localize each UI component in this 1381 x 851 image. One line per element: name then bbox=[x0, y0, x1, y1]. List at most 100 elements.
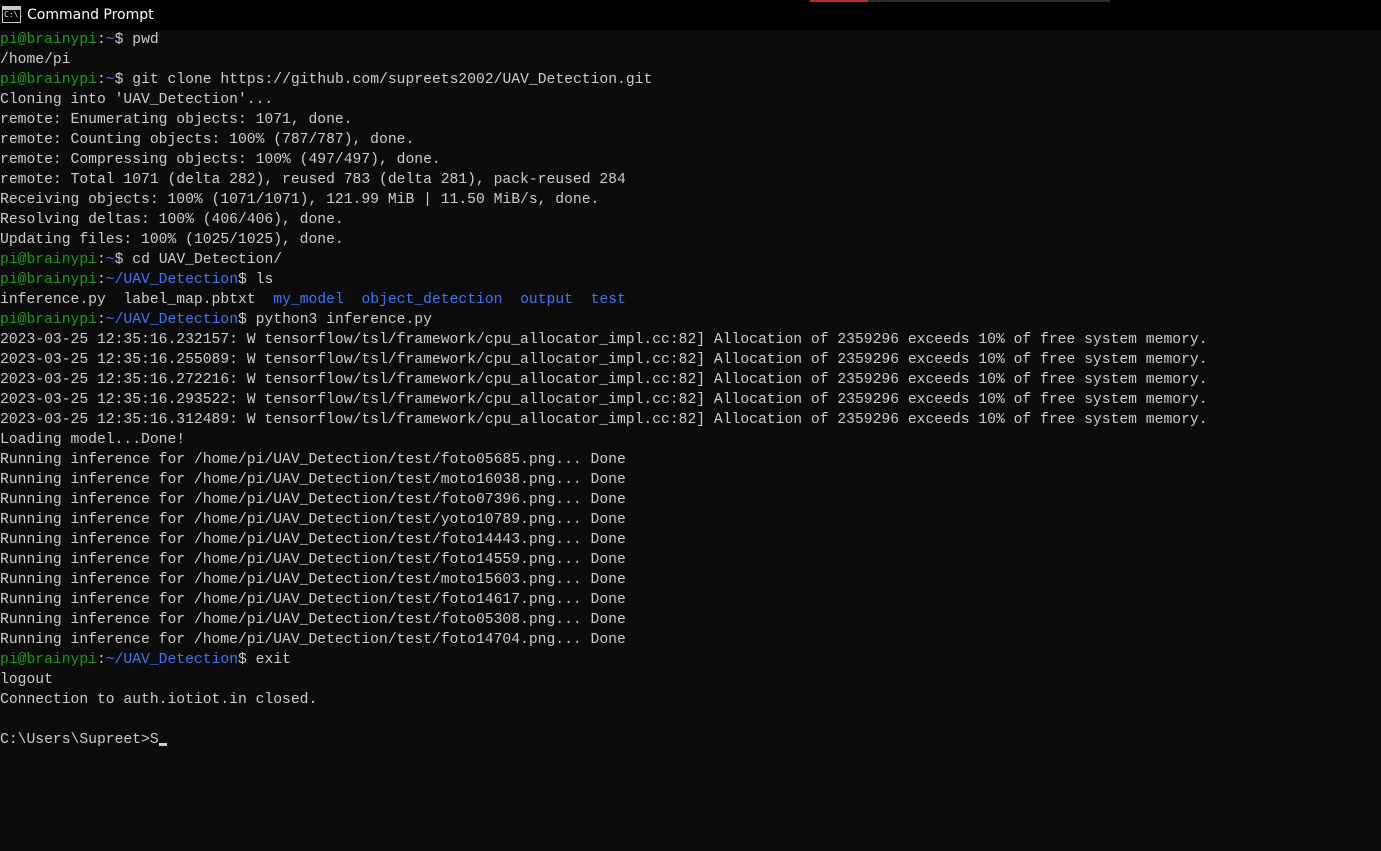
output-text: 2023-03-25 12:35:16.312489: W tensorflow… bbox=[0, 412, 1208, 428]
command-text: python3 inference.py bbox=[255, 312, 432, 328]
output-line: Running inference for /home/pi/UAV_Detec… bbox=[0, 630, 1381, 650]
prompt-symbol: $ bbox=[114, 72, 133, 88]
command-prompt-icon: C:\. bbox=[2, 6, 23, 23]
output-text: Running inference for /home/pi/UAV_Detec… bbox=[0, 492, 626, 508]
output-text: /home/pi bbox=[0, 52, 71, 68]
prompt-user: pi@brainypi bbox=[0, 272, 97, 288]
prompt-user: pi@brainypi bbox=[0, 312, 97, 328]
prompt-symbol: $ bbox=[238, 652, 256, 668]
title-bar[interactable]: C:\. Command Prompt bbox=[0, 0, 1381, 30]
tab-strip bbox=[868, 0, 1110, 2]
prompt-line: pi@brainypi:~/UAV_Detection$ ls bbox=[0, 270, 1381, 290]
output-text: Running inference for /home/pi/UAV_Detec… bbox=[0, 552, 626, 568]
prompt-user: pi@brainypi bbox=[0, 72, 97, 88]
cmd-input: S bbox=[149, 732, 159, 748]
output-text: Receiving objects: 100% (1071/1071), 121… bbox=[0, 192, 600, 208]
output-text: Running inference for /home/pi/UAV_Detec… bbox=[0, 572, 626, 588]
cmd-prompt-line: C:\Users\Supreet>S bbox=[0, 730, 1381, 750]
output-line: remote: Counting objects: 100% (787/787)… bbox=[0, 130, 1381, 150]
output-text: Running inference for /home/pi/UAV_Detec… bbox=[0, 632, 626, 648]
output-text: Running inference for /home/pi/UAV_Detec… bbox=[0, 452, 626, 468]
prompt-line: pi@brainypi:~$ cd UAV_Detection/ bbox=[0, 250, 1381, 270]
output-text: 2023-03-25 12:35:16.272216: W tensorflow… bbox=[0, 372, 1208, 388]
prompt-path: ~ bbox=[105, 32, 115, 48]
prompt-symbol: $ bbox=[114, 252, 133, 268]
output-line: Running inference for /home/pi/UAV_Detec… bbox=[0, 470, 1381, 490]
window-title: Command Prompt bbox=[27, 7, 154, 23]
output-line: 2023-03-25 12:35:16.312489: W tensorflow… bbox=[0, 410, 1381, 430]
prompt-separator: : bbox=[96, 312, 106, 328]
prompt-line: pi@brainypi:~/UAV_Detection$ exit bbox=[0, 650, 1381, 670]
output-text: remote: Total 1071 (delta 282), reused 7… bbox=[0, 172, 626, 188]
output-text: remote: Enumerating objects: 1071, done. bbox=[0, 112, 353, 128]
output-line: Cloning into 'UAV_Detection'... bbox=[0, 90, 1381, 110]
close-accent-strip bbox=[810, 0, 868, 2]
command-text: cd UAV_Detection/ bbox=[132, 252, 283, 268]
output-text: Loading model...Done! bbox=[0, 432, 186, 448]
output-line: logout bbox=[0, 670, 1381, 690]
command-prompt-window: C:\. Command Prompt pi@brainypi:~$ pwd/h… bbox=[0, 0, 1381, 851]
output-line: 2023-03-25 12:35:16.293522: W tensorflow… bbox=[0, 390, 1381, 410]
ls-file: label_map.pbtxt bbox=[123, 292, 256, 308]
output-line: 2023-03-25 12:35:16.232157: W tensorflow… bbox=[0, 330, 1381, 350]
output-line: Running inference for /home/pi/UAV_Detec… bbox=[0, 610, 1381, 630]
output-line: remote: Enumerating objects: 1071, done. bbox=[0, 110, 1381, 130]
ls-spacer bbox=[256, 292, 274, 308]
output-line: Running inference for /home/pi/UAV_Detec… bbox=[0, 570, 1381, 590]
ls-spacer bbox=[573, 292, 591, 308]
output-line: Loading model...Done! bbox=[0, 430, 1381, 450]
output-text: logout bbox=[0, 672, 53, 688]
prompt-line: pi@brainypi:~$ git clone https://github.… bbox=[0, 70, 1381, 90]
output-line: Running inference for /home/pi/UAV_Detec… bbox=[0, 550, 1381, 570]
prompt-line: pi@brainypi:~$ pwd bbox=[0, 30, 1381, 50]
output-text: remote: Counting objects: 100% (787/787)… bbox=[0, 132, 415, 148]
prompt-separator: : bbox=[96, 652, 106, 668]
output-line: Connection to auth.iotiot.in closed. bbox=[0, 690, 1381, 710]
output-text: Resolving deltas: 100% (406/406), done. bbox=[0, 212, 344, 228]
output-text: Running inference for /home/pi/UAV_Detec… bbox=[0, 612, 626, 628]
output-text: Updating files: 100% (1025/1025), done. bbox=[0, 232, 344, 248]
prompt-separator: : bbox=[96, 72, 106, 88]
output-line: Resolving deltas: 100% (406/406), done. bbox=[0, 210, 1381, 230]
output-line: Running inference for /home/pi/UAV_Detec… bbox=[0, 510, 1381, 530]
output-line: Updating files: 100% (1025/1025), done. bbox=[0, 230, 1381, 250]
ls-directory: test bbox=[590, 292, 626, 308]
output-text: remote: Compressing objects: 100% (497/4… bbox=[0, 152, 441, 168]
ls-spacer bbox=[502, 292, 520, 308]
prompt-symbol: $ bbox=[238, 272, 256, 288]
prompt-symbol: $ bbox=[238, 312, 256, 328]
output-line: Running inference for /home/pi/UAV_Detec… bbox=[0, 530, 1381, 550]
output-line: 2023-03-25 12:35:16.255089: W tensorflow… bbox=[0, 350, 1381, 370]
output-line: Receiving objects: 100% (1071/1071), 121… bbox=[0, 190, 1381, 210]
output-text: Running inference for /home/pi/UAV_Detec… bbox=[0, 472, 626, 488]
prompt-separator: : bbox=[96, 272, 106, 288]
command-text: exit bbox=[255, 652, 291, 668]
output-text: Running inference for /home/pi/UAV_Detec… bbox=[0, 512, 626, 528]
prompt-path: ~/UAV_Detection bbox=[105, 312, 239, 328]
prompt-path: ~/UAV_Detection bbox=[105, 272, 239, 288]
prompt-user: pi@brainypi bbox=[0, 652, 97, 668]
output-text: Running inference for /home/pi/UAV_Detec… bbox=[0, 532, 626, 548]
output-text: Connection to auth.iotiot.in closed. bbox=[0, 692, 318, 708]
prompt-separator: : bbox=[96, 252, 106, 268]
output-line: remote: Compressing objects: 100% (497/4… bbox=[0, 150, 1381, 170]
output-text: 2023-03-25 12:35:16.232157: W tensorflow… bbox=[0, 332, 1208, 348]
command-text: ls bbox=[255, 272, 274, 288]
ls-spacer bbox=[106, 292, 124, 308]
output-text: 2023-03-25 12:35:16.293522: W tensorflow… bbox=[0, 392, 1208, 408]
prompt-user: pi@brainypi bbox=[0, 32, 97, 48]
prompt-symbol: $ bbox=[114, 32, 133, 48]
command-text: pwd bbox=[132, 32, 159, 48]
output-text: 2023-03-25 12:35:16.255089: W tensorflow… bbox=[0, 352, 1208, 368]
ls-directory: my_model bbox=[273, 292, 344, 308]
output-line: /home/pi bbox=[0, 50, 1381, 70]
ls-file: inference.py bbox=[0, 292, 106, 308]
terminal-output[interactable]: pi@brainypi:~$ pwd/home/pi pi@brainypi:~$… bbox=[0, 30, 1381, 851]
command-text: git clone https://github.com/supreets200… bbox=[132, 72, 653, 88]
prompt-separator: : bbox=[96, 32, 106, 48]
prompt-path: ~/UAV_Detection bbox=[105, 652, 239, 668]
output-line: Running inference for /home/pi/UAV_Detec… bbox=[0, 490, 1381, 510]
prompt-path: ~ bbox=[105, 72, 115, 88]
ls-directory: object_detection bbox=[361, 292, 503, 308]
